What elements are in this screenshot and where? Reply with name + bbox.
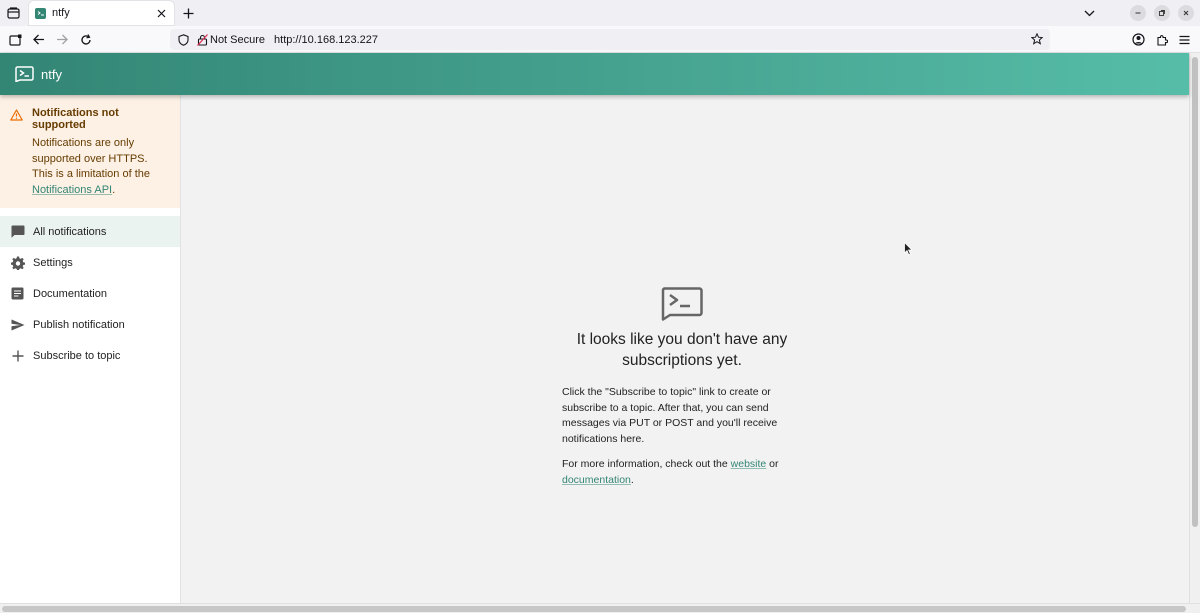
url-text[interactable]: http://10.168.123.227 [274,34,378,46]
alert-body-suffix: . [112,183,116,196]
sidebar-item-label: Publish notification [33,318,125,331]
sidebar-item-label: All notifications [33,225,107,238]
reload-icon[interactable] [77,31,94,48]
window-close-icon[interactable] [1178,5,1194,21]
alert-title: Notifications not supported [32,107,119,131]
vertical-scrollbar-thumb[interactable] [1192,57,1198,527]
sidebar-item-subscribe-to-topic[interactable]: Subscribe to topic [0,340,180,371]
alert-body: Notifications are only supported over HT… [32,136,170,198]
window-restore-icon[interactable] [1154,5,1170,21]
window-minimize-icon[interactable] [1130,5,1146,21]
tracking-shield-icon[interactable] [176,33,190,47]
alert-body-text: Notifications are only supported over HT… [32,137,150,180]
more-info-or: or [766,458,779,470]
app-title: ntfy [41,66,62,82]
empty-state-instructions: Click the "Subscribe to topic" link to c… [562,386,778,445]
tab-list-icon[interactable] [4,4,22,22]
notifications-api-link[interactable]: Notifications API [32,184,112,196]
vertical-scrollbar[interactable] [1189,53,1200,603]
main-content: It looks like you don't have any subscri… [181,95,1189,603]
sidebar-item-settings[interactable]: Settings [0,247,180,278]
sidebar-menu: All notifications Settings Documentation… [0,208,180,371]
not-secure-label: Not Secure [210,33,266,46]
ntfy-empty-state-icon [661,287,703,321]
notifications-not-supported-alert: Notifications not supported Notification… [0,95,180,208]
sidebar-item-publish-notification[interactable]: Publish notification [0,309,180,340]
mouse-cursor-icon [904,242,913,256]
plus-icon [10,348,25,363]
horizontal-scrollbar[interactable] [0,603,1200,613]
forward-arrow-icon[interactable] [53,31,70,48]
browser-tab[interactable]: ntfy [29,1,174,25]
empty-state-title: It looks like you don't have any subscri… [576,331,788,369]
sidebar-item-label: Documentation [33,287,107,300]
warning-triangle-icon [10,109,24,123]
ntfy-logo-icon [15,66,34,82]
chat-bubble-icon [10,224,25,239]
account-icon[interactable] [1130,31,1147,48]
sidebar-toggle-icon[interactable] [7,31,24,48]
url-bar[interactable]: Not Secure http://10.168.123.227 [170,29,1050,50]
browser-nav-bar: Not Secure http://10.168.123.227 [0,26,1200,53]
website-link[interactable]: website [731,458,767,470]
tab-title: ntfy [52,7,70,19]
sidebar-item-label: Subscribe to topic [33,349,121,362]
empty-state-more-info: For more information, check out the webs… [562,457,802,488]
tab-close-icon[interactable] [154,6,168,20]
bookmark-star-icon[interactable] [1030,32,1044,46]
article-icon [10,286,25,301]
sidebar-item-all-notifications[interactable]: All notifications [0,216,180,247]
extensions-puzzle-icon[interactable] [1153,31,1170,48]
tabs-overflow-chevron-icon[interactable] [1080,4,1098,22]
gear-icon [10,255,25,270]
browser-tab-bar: ntfy [0,0,1200,26]
sidebar-item-documentation[interactable]: Documentation [0,278,180,309]
more-info-suffix: . [630,473,634,486]
more-info-prefix: For more information, check out the [562,458,731,470]
send-icon [10,317,25,332]
insecure-lock-icon[interactable] [196,33,208,47]
new-tab-plus-icon[interactable] [179,4,197,22]
ntfy-favicon-icon [35,7,46,19]
sidebar: Notifications not supported Notification… [0,95,181,603]
app-menu-hamburger-icon[interactable] [1176,31,1193,48]
empty-state: It looks like you don't have any subscri… [562,287,802,488]
sidebar-item-label: Settings [33,256,73,269]
back-arrow-icon[interactable] [30,31,47,48]
documentation-link[interactable]: documentation [562,474,631,486]
app-header: ntfy [0,53,1189,95]
horizontal-scrollbar-thumb[interactable] [2,606,1186,612]
